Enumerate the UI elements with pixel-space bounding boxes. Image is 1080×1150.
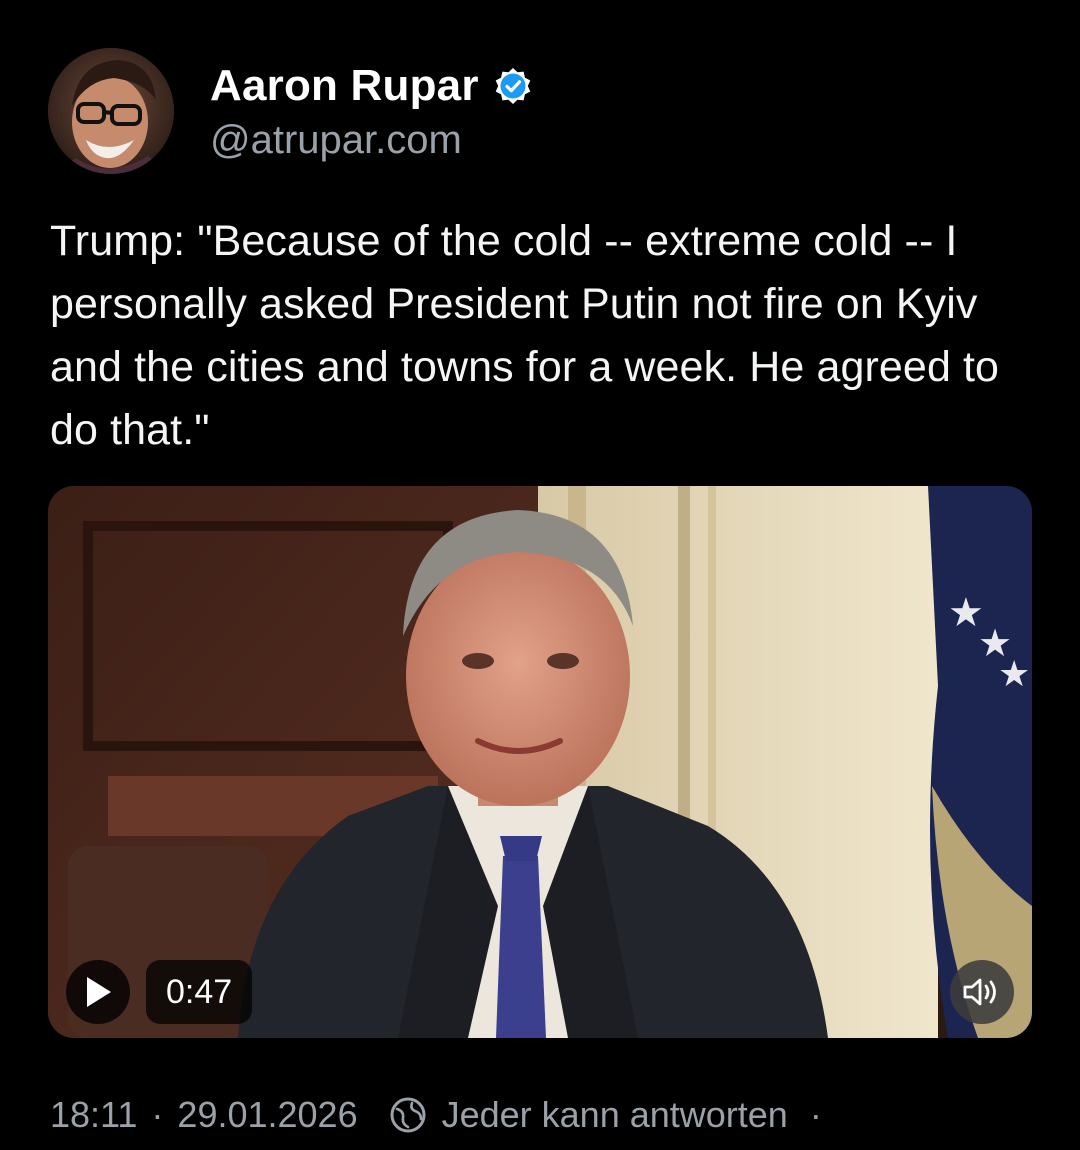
svg-text:★: ★	[998, 654, 1030, 695]
author-display-name[interactable]: Aaron Rupar	[210, 61, 479, 111]
post-card: Aaron Rupar @atrupar.com Trump: "Because…	[0, 0, 1080, 1150]
video-duration: 0:47	[146, 960, 253, 1024]
post-time[interactable]: 18:11	[50, 1094, 137, 1136]
post-date[interactable]: 29.01.2026	[177, 1094, 357, 1136]
avatar-image	[48, 48, 174, 174]
video-thumbnail: ★ ★ ★	[48, 486, 1032, 1038]
video-player[interactable]: ★ ★ ★ 0:47	[48, 486, 1032, 1038]
mute-button[interactable]	[950, 960, 1014, 1024]
speaker-icon	[963, 978, 996, 1006]
post-footer: 18:11 · 29.01.2026 Jeder kann antworten …	[50, 1090, 822, 1140]
author-handle[interactable]: @atrupar.com	[210, 118, 462, 163]
avatar[interactable]	[48, 48, 174, 174]
reply-setting[interactable]: Jeder kann antworten	[442, 1094, 788, 1136]
footer-separator: ·	[151, 1094, 164, 1135]
verified-badge-icon	[495, 68, 530, 104]
play-button[interactable]	[66, 960, 130, 1024]
globe-icon	[390, 1097, 426, 1133]
post-text: Trump: "Because of the cold -- extreme c…	[50, 217, 1000, 454]
play-icon	[87, 977, 111, 1007]
author-name-row: Aaron Rupar	[210, 60, 533, 112]
more-options[interactable]: ·	[810, 1094, 822, 1136]
